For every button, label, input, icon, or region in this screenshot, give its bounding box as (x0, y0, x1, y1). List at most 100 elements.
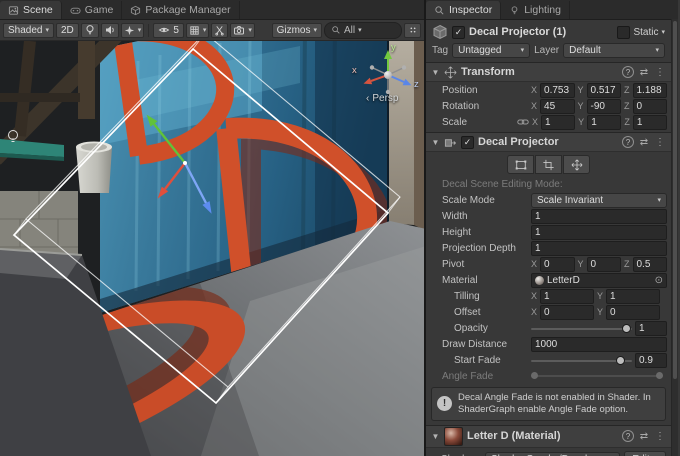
tiling-x-field[interactable]: 1 (540, 289, 594, 304)
presets-icon[interactable]: ⇄ (638, 431, 650, 442)
scene-search-input[interactable]: All ▾ (324, 22, 402, 39)
opacity-slider[interactable] (531, 322, 632, 335)
gizmos-dropdown[interactable]: Gizmos ▾ (272, 23, 322, 38)
chevron-down-icon: ▾ (203, 27, 207, 34)
hidden-objects-count: 5 (173, 25, 179, 36)
edit-uv-button[interactable] (535, 155, 562, 174)
edit-bounds-button[interactable] (507, 155, 534, 174)
grid-visibility-dropdown[interactable]: ▾ (186, 23, 210, 38)
scale-x-field[interactable]: 1 (541, 115, 575, 130)
offset-y-field[interactable]: 0 (606, 305, 660, 320)
static-checkbox[interactable] (617, 26, 630, 39)
foldout-icon[interactable]: ▼ (431, 138, 440, 147)
active-checkbox[interactable]: ✓ (452, 26, 465, 39)
offset-x-field[interactable]: 0 (540, 305, 594, 320)
start-fade-field[interactable]: 0.9 (635, 353, 667, 368)
inspector-panel: Inspector Lighting ✓ Decal Projector (1)… (426, 0, 678, 456)
scene-audio-toggle[interactable] (101, 23, 119, 38)
scene-camera-dropdown[interactable]: ▾ (230, 23, 255, 38)
material-object-field[interactable]: LetterD ⊙ (531, 273, 667, 288)
position-y-field[interactable]: 0.517 (587, 83, 621, 98)
decal-projector-header[interactable]: ▼ ✓ Decal Projector ? ⇄ ⋮ (426, 133, 671, 152)
z-axis-label: Z (624, 117, 630, 127)
axis-y-label[interactable]: y (391, 42, 396, 53)
presets-icon[interactable]: ⇄ (638, 137, 650, 148)
scrollbar-thumb[interactable] (673, 21, 677, 379)
shader-edit-button[interactable]: Edit... (624, 451, 666, 456)
chevron-down-icon: ▾ (661, 29, 665, 36)
axis-x-label[interactable]: x (352, 65, 357, 76)
angle-fade-slider-disabled (531, 375, 663, 377)
foldout-icon[interactable]: ▼ (431, 432, 440, 441)
editing-mode-label: Decal Scene Editing Mode: (442, 179, 563, 190)
tab-lighting[interactable]: Lighting (501, 1, 570, 19)
angle-fade-row: Angle Fade (426, 368, 671, 384)
help-icon[interactable]: ? (622, 430, 634, 442)
rotation-x-field[interactable]: 45 (540, 99, 574, 114)
scale-z-field[interactable]: 1 (633, 115, 667, 130)
height-field[interactable]: 1 (531, 225, 667, 240)
scale-y-field[interactable]: 1 (587, 115, 621, 130)
scene-effects-dropdown[interactable]: ▾ (121, 23, 145, 38)
2d-toggle-button[interactable]: 2D (56, 23, 79, 38)
layer-dropdown[interactable]: Default ▾ (563, 43, 665, 58)
tag-dropdown[interactable]: Untagged ▾ (452, 43, 530, 58)
material-preview-thumbnail[interactable] (444, 427, 463, 446)
edit-pivot-button[interactable] (563, 155, 590, 174)
tab-game[interactable]: Game (62, 1, 123, 19)
position-x-field[interactable]: 0.753 (540, 83, 574, 98)
axis-z-label[interactable]: z (414, 79, 419, 90)
link-scale-icon[interactable] (517, 117, 529, 127)
transform-component: ▼ Transform ? ⇄ ⋮ Position X 0.753 Y 0.5… (426, 62, 671, 132)
opacity-field[interactable]: 1 (635, 321, 667, 336)
overlay-menu-button[interactable] (404, 23, 421, 38)
help-icon[interactable]: ? (622, 136, 634, 148)
inspector-scrollbar[interactable] (671, 19, 678, 456)
scene-lighting-toggle[interactable] (81, 23, 99, 38)
transform-title: Transform (461, 66, 618, 78)
scene-tabbar: Scene Game Package Manager (0, 0, 424, 20)
tiling-y-field[interactable]: 1 (606, 289, 660, 304)
scale-mode-row: Scale Mode Scale Invariant ▾ (426, 192, 671, 208)
gameobject-name[interactable]: Decal Projector (1) (469, 26, 613, 38)
component-menu-icon[interactable]: ⋮ (654, 431, 666, 442)
component-enabled-checkbox[interactable]: ✓ (461, 136, 474, 149)
projection-depth-field[interactable]: 1 (531, 241, 667, 256)
shading-mode-label: Shaded (8, 25, 42, 36)
help-icon[interactable]: ? (622, 66, 634, 78)
static-dropdown[interactable]: Static ▾ (617, 26, 665, 39)
scene-viewport[interactable]: y x z ‹ Persp (0, 41, 424, 456)
object-picker-icon[interactable]: ⊙ (655, 275, 663, 286)
tab-scene-label: Scene (23, 4, 53, 16)
tool-settings-button[interactable] (211, 23, 228, 38)
position-z-field[interactable]: 1.188 (633, 83, 667, 98)
lighting-tab-icon (509, 5, 520, 16)
projection-depth-label: Projection Depth (442, 243, 528, 254)
tab-scene[interactable]: Scene (0, 1, 62, 19)
rotation-y-field[interactable]: -90 (587, 99, 621, 114)
draw-distance-field[interactable]: 1000 (531, 337, 667, 352)
scale-mode-dropdown[interactable]: Scale Invariant ▾ (531, 193, 667, 208)
tab-inspector-label: Inspector (449, 4, 492, 16)
pivot-y-field[interactable]: 0 (587, 257, 621, 272)
start-fade-slider[interactable] (531, 354, 632, 367)
component-menu-icon[interactable]: ⋮ (654, 67, 666, 78)
scene-visibility-toggle[interactable]: 5 (153, 23, 184, 38)
material-header[interactable]: ▼ Letter D (Material) ? ⇄ ⋮ (426, 426, 671, 448)
material-title: Letter D (Material) (467, 430, 618, 442)
pivot-z-field[interactable]: 0.5 (633, 257, 667, 272)
shader-dropdown[interactable]: Shader Graphs/Decal ▾ (485, 452, 620, 456)
tab-inspector[interactable]: Inspector (426, 1, 501, 19)
perspective-toggle[interactable]: ‹ Persp (366, 93, 398, 104)
scale-mode-label: Scale Mode (442, 195, 528, 206)
rotation-row: Rotation X 45 Y -90 Z 0 (426, 98, 671, 114)
tab-package-manager[interactable]: Package Manager (122, 1, 239, 19)
component-menu-icon[interactable]: ⋮ (654, 137, 666, 148)
pivot-x-field[interactable]: 0 (540, 257, 574, 272)
width-field[interactable]: 1 (531, 209, 667, 224)
shading-mode-dropdown[interactable]: Shaded ▾ (3, 23, 54, 38)
transform-header[interactable]: ▼ Transform ? ⇄ ⋮ (426, 63, 671, 82)
rotation-z-field[interactable]: 0 (633, 99, 667, 114)
foldout-icon[interactable]: ▼ (431, 68, 440, 77)
presets-icon[interactable]: ⇄ (638, 67, 650, 78)
